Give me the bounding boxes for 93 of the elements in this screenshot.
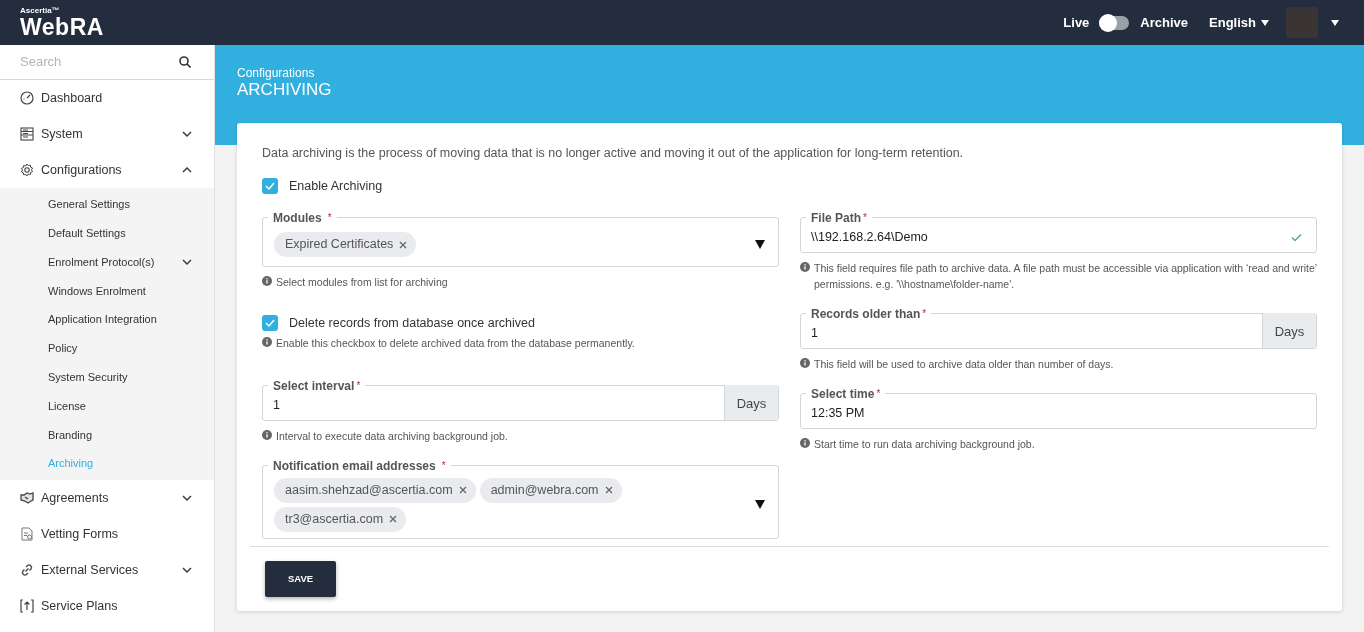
input-field[interactable]: Select time * 12:35 PM [800,387,1317,429]
hint-text: This field will be used to archive data older than number of days. [814,356,1114,372]
checkbox-label: Enable Archiving [289,178,383,195]
input-field[interactable]: Records older than * 1 Days [800,307,1317,349]
search-field[interactable]: Search [20,52,179,72]
input-field[interactable]: Select interval * 1 Days [262,379,779,421]
document-icon [20,526,34,541]
field-value: \\192.168.2.64\Demo [811,229,928,247]
brand-logo: WebRA [20,15,104,39]
info-icon [262,336,272,347]
archive-label: Archive [1140,13,1189,32]
description-text: Data archiving is the process of moving data that is no longer active and moving it out of the application for long-term retention. [262,146,965,161]
hint-text: Select modules from list for archiving [276,274,448,290]
remove-icon [458,486,467,495]
mode-toggle[interactable] [1099,15,1130,30]
check-icon [265,319,275,328]
unit-addon: Days [724,384,778,420]
field-label: File Path [811,211,861,224]
field-value: 1 [272,397,280,415]
required-mark: * [356,379,361,392]
input-field[interactable]: Modules * Expired Certificates [262,211,779,267]
breadcrumb-text: Configurations [237,66,316,80]
field-label: Notification email addresses [273,459,436,472]
caret-icon [1261,19,1269,26]
info-icon [262,429,272,440]
checkbox[interactable] [262,178,278,195]
checkbox[interactable] [262,315,278,332]
gauge-icon [20,91,34,105]
page-title: ARCHIVING [237,80,333,100]
info-icon [800,261,810,272]
field-label: Modules [273,211,322,224]
tag-chip[interactable]: tr3@ascertia.com [274,506,407,532]
chip-label: aasim.shehzad@ascertia.com [285,481,453,499]
field-value: 12:35 PM [811,405,865,423]
dropdown-arrow-icon [755,500,765,510]
submenu-item[interactable]: Policy [0,334,214,363]
remove-icon [604,486,613,495]
hint-text: Start time to run data archiving background job. [814,436,1035,452]
required-mark: * [327,211,332,224]
field-label: Records older than [811,307,921,320]
field-value: 1 [810,325,818,343]
tag-chip[interactable]: aasim.shehzad@ascertia.com [274,477,476,503]
input-field[interactable]: File Path * \\192.168.2.64\Demo [800,211,1317,253]
submenu-item[interactable]: License [0,391,214,421]
sidebar-item[interactable]: Agreements [0,479,214,516]
chip-label: admin@webra.com [490,481,599,499]
field-label: Select interval [273,379,355,392]
hint-text: This field requires file path to archive data. A file path must be accessible via application with ‘read and write’ permissions. e.g. '\\hostname\folder-name'. [814,260,1317,292]
submenu-item[interactable]: System Security [0,362,214,392]
link-icon [20,562,34,577]
submenu-item[interactable]: Default Settings [0,218,214,248]
unit-addon: Days [1262,312,1316,348]
remove-icon [399,240,408,249]
remove-icon [389,515,398,524]
info-icon [800,437,810,448]
tag-chip[interactable]: Expired Certificates [274,232,417,258]
check-icon [265,182,275,191]
chip-label: tr3@ascertia.com [285,510,384,528]
required-mark: * [863,211,867,224]
live-label: Live [1063,13,1090,32]
sidebar-item[interactable]: System [0,116,214,152]
search-icon [179,56,191,68]
hint-text: Interval to execute data archiving background job. [276,428,508,444]
sidebar-item[interactable]: Configurations [0,152,214,188]
chip-label: Expired Certificates [285,236,394,254]
info-icon [262,275,272,286]
info-icon [800,357,810,368]
gear-icon [20,163,34,177]
submenu-item[interactable]: Enrolment Protocol(s) [0,247,214,277]
sidebar-item[interactable]: Dashboard [0,80,214,116]
brand-tagline: Ascertia™ [20,6,61,15]
server-icon [20,127,34,141]
language-dropdown[interactable]: English [1209,12,1269,33]
submenu-item[interactable]: General Settings [0,190,214,219]
field-label: Select time [811,387,875,400]
submenu-item[interactable]: Branding [0,420,214,450]
required-mark: * [441,459,446,472]
dropdown-arrow-icon [755,240,765,250]
sidebar-item[interactable]: External Services [0,551,214,588]
save-button[interactable]: SAVE [265,561,336,597]
handshake-icon [20,490,34,505]
hint-text: Enable this checkbox to delete archived data from the database permanently. [276,335,635,351]
required-mark: * [922,307,927,320]
sidebar-item[interactable]: Vetting Forms [0,515,214,552]
required-mark: * [876,387,881,400]
submenu-item[interactable]: Application Integration [0,305,214,334]
upload-icon [20,598,34,613]
tag-chip[interactable]: admin@webra.com [479,477,622,503]
submenu-item[interactable]: Windows Enrolment [0,276,214,306]
checkbox-label: Delete records from database once archived [289,314,535,332]
sidebar-item[interactable]: Service Plans [0,587,214,624]
input-field[interactable]: Notification email addresses * aasim.shehzad@ascertia.com admin@webra.com tr3@ascertia.com [262,459,779,539]
caret-icon[interactable] [1331,19,1339,26]
